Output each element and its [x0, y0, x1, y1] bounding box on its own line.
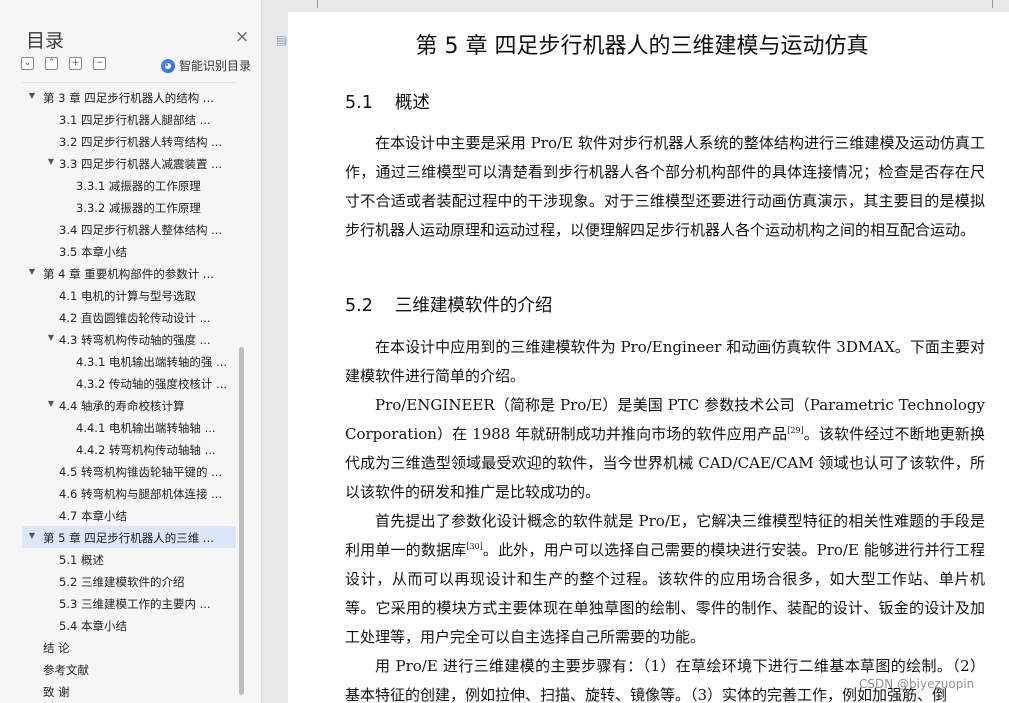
toc-item[interactable]: ▼ 3.3 四足步行机器人减震装置 ...	[22, 152, 236, 174]
toc-item-label: 4.7 本章小结	[59, 509, 127, 523]
paragraph: 在本设计中应用到的三维建模软件为 Pro/Engineer 和动画仿真软件 3D…	[345, 338, 985, 385]
toc-item-label: 4.1 电机的计算与型号选取	[59, 289, 196, 303]
toc-item[interactable]: ▼ 第 3 章 四足步行机器人的结构 ...	[22, 86, 236, 108]
toc-item-label: 3.3.1 减振器的工作原理	[76, 179, 201, 193]
document-page: 第 5 章 四足步行机器人的三维建模与运动仿真 5.1 概述 在本设计中主要是采用…	[288, 12, 1009, 703]
toc-item[interactable]: 5.1 概述	[22, 548, 236, 570]
margin-corner-mark	[992, 0, 993, 8]
toc-item[interactable]: 3.2 四足步行机器人转弯结构 ...	[22, 130, 236, 152]
chevron-down-icon[interactable]: ▼	[46, 157, 56, 167]
remove-heading-icon[interactable]: −	[93, 57, 106, 70]
toc-item[interactable]: 参考文献	[22, 658, 236, 680]
toc-item-label: 5.1 概述	[59, 553, 104, 567]
section-title: 三维建模软件的介绍	[394, 296, 553, 316]
toc-item[interactable]: 5.4 本章小结	[22, 614, 236, 636]
add-heading-icon[interactable]: +	[69, 57, 82, 70]
page-top-margin	[262, 0, 1009, 12]
toc-item[interactable]: 3.3.2 减振器的工作原理	[22, 196, 236, 218]
chevron-down-icon[interactable]: ▼	[27, 531, 37, 541]
chevron-down-icon[interactable]: ▼	[27, 267, 37, 277]
toc-item[interactable]: 3.5 本章小结	[22, 240, 236, 262]
toc-item[interactable]: 3.4 四足步行机器人整体结构 ...	[22, 218, 236, 240]
close-icon[interactable]: ×	[235, 26, 249, 48]
expand-all-icon[interactable]: ⌄	[21, 57, 34, 70]
section-title: 概述	[394, 93, 430, 113]
section-body-5-2: 在本设计中应用到的三维建模软件为 Pro/Engineer 和动画仿真软件 3D…	[345, 333, 985, 703]
citation-marker: [30]	[466, 542, 483, 551]
chapter-title: 第 5 章 四足步行机器人的三维建模与运动仿真	[415, 34, 869, 59]
toc-item[interactable]: ▼ 第 5 章 四足步行机器人的三维 ...	[22, 526, 236, 548]
chevron-down-icon[interactable]: ▼	[27, 91, 37, 101]
chevron-down-icon[interactable]: ▼	[46, 399, 56, 409]
toc-item-label: 3.5 本章小结	[59, 245, 127, 259]
toc-item[interactable]: ▼ 4.4 轴承的寿命校核计算	[22, 394, 236, 416]
toc-item[interactable]: 4.4.1 电机输出端转轴轴 ...	[22, 416, 236, 438]
toc-item-label: 3.2 四足步行机器人转弯结构 ...	[59, 135, 223, 149]
section-heading-5-2: 5.2 三维建模软件的介绍	[345, 292, 552, 317]
paragraph: Pro/ENGINEER（简称是 Pro/E）是美国 PTC 参数技术公司（Pa…	[345, 396, 985, 501]
toc-item[interactable]: 4.2 直齿圆锥齿轮传动设计 ...	[22, 306, 236, 328]
toc-item[interactable]: 3.3.1 减振器的工作原理	[22, 174, 236, 196]
chevron-down-icon[interactable]: ▼	[46, 333, 56, 343]
paragraph: 在本设计中主要是采用 Pro/E 软件对步行机器人系统的整体结构进行三维建模及运…	[345, 134, 985, 239]
toc-item-label: 4.4.2 转弯机构传动轴轴 ...	[76, 443, 216, 457]
toc-item-label: 结 论	[43, 641, 70, 655]
toc-item-label: 3.1 四足步行机器人腿部结 ...	[59, 113, 211, 127]
toc-item-label: 4.4.1 电机输出端转轴轴 ...	[76, 421, 216, 435]
toc-item[interactable]: 5.2 三维建模软件的介绍	[22, 570, 236, 592]
toc-item-label: 第 4 章 重要机构部件的参数计 ...	[43, 267, 214, 281]
toc-item-label: 3.4 四足步行机器人整体结构 ...	[59, 223, 223, 237]
toc-item-label: 3.3.2 减振器的工作原理	[76, 201, 201, 215]
toc-list: ▼ 第 3 章 四足步行机器人的结构 ... 3.1 四足步行机器人腿部结 ... 3…	[22, 82, 236, 698]
toc-item-label: 3.3 四足步行机器人减震装置 ...	[59, 157, 223, 171]
section-body-5-1: 在本设计中主要是采用 Pro/E 软件对步行机器人系统的整体结构进行三维建模及运…	[345, 129, 985, 245]
toc-item[interactable]: 致 谢	[22, 680, 236, 698]
smart-toc-button[interactable]: ◕ 智能识别目录	[161, 57, 251, 74]
section-number: 5.1	[345, 93, 373, 113]
toc-item-label: 5.4 本章小结	[59, 619, 127, 633]
toc-item[interactable]: 结 论	[22, 636, 236, 658]
toc-item[interactable]: 4.4.2 转弯机构传动轴轴 ...	[22, 438, 236, 460]
margin-corner-mark	[317, 0, 318, 8]
toc-item[interactable]: 4.7 本章小结	[22, 504, 236, 526]
toc-item-label: 4.3.2 传动轴的强度校核计 ...	[76, 377, 228, 391]
toc-item-label: 参考文献	[43, 663, 89, 677]
toc-item-label: 4.3.1 电机输出端转轴的强 ...	[76, 355, 228, 369]
toc-item-label: 第 5 章 四足步行机器人的三维 ...	[43, 531, 214, 545]
toc-item-label: 4.5 转弯机构锥齿轮轴平键的 ...	[59, 465, 223, 479]
smart-toc-label: 智能识别目录	[179, 59, 252, 73]
toc-item[interactable]: 4.3.1 电机输出端转轴的强 ...	[22, 350, 236, 372]
toc-item[interactable]: 5.3 三维建模工作的主要内 ...	[22, 592, 236, 614]
toc-item[interactable]: ▼ 第 4 章 重要机构部件的参数计 ...	[22, 262, 236, 284]
section-number: 5.2	[345, 296, 373, 316]
toc-item[interactable]: 3.1 四足步行机器人腿部结 ...	[22, 108, 236, 130]
toc-item-label: 5.2 三维建模软件的介绍	[59, 575, 185, 589]
toc-item[interactable]: 4.1 电机的计算与型号选取	[22, 284, 236, 306]
toc-item-label: 4.3 转弯机构传动轴的强度 ...	[59, 333, 211, 347]
toc-item[interactable]: 4.6 转弯机构与腿部机体连接 ...	[22, 482, 236, 504]
section-heading-5-1: 5.1 概述	[345, 89, 430, 114]
toc-item-label: 致 谢	[43, 685, 70, 698]
toc-item[interactable]: 4.3.2 传动轴的强度校核计 ...	[22, 372, 236, 394]
toc-scrollbar-thumb[interactable]	[239, 347, 244, 695]
citation-marker: [29]	[787, 426, 804, 435]
smart-recognize-icon: ◕	[161, 58, 175, 73]
toc-item-label: 4.6 转弯机构与腿部机体连接 ...	[59, 487, 223, 501]
toc-title: 目录	[26, 30, 65, 52]
toc-item[interactable]: 4.5 转弯机构锥齿轮轴平键的 ...	[22, 460, 236, 482]
toc-item[interactable]: ▼ 4.3 转弯机构传动轴的强度 ...	[22, 328, 236, 350]
toc-item-label: 5.3 三维建模工作的主要内 ...	[59, 597, 211, 611]
toc-item-label: 4.2 直齿圆锥齿轮传动设计 ...	[59, 311, 211, 325]
collapse-all-icon[interactable]: ⌃	[45, 57, 58, 70]
watermark: CSDN @biyezuopin	[859, 677, 975, 691]
toc-item-label: 4.4 轴承的寿命校核计算	[59, 399, 185, 413]
toc-item-label: 第 3 章 四足步行机器人的结构 ...	[43, 91, 214, 105]
toc-sidebar: 目录 × ⌄ ⌃ + − ◕ 智能识别目录 ▼ 第 3 章 四足步行机器人的结构 …	[0, 0, 262, 703]
toc-toolbar: ⌄ ⌃ + −	[21, 57, 106, 70]
paragraph: 首先提出了参数化设计概念的软件就是 Pro/E，它解决三维模型特征的相关性难题的…	[345, 512, 985, 646]
